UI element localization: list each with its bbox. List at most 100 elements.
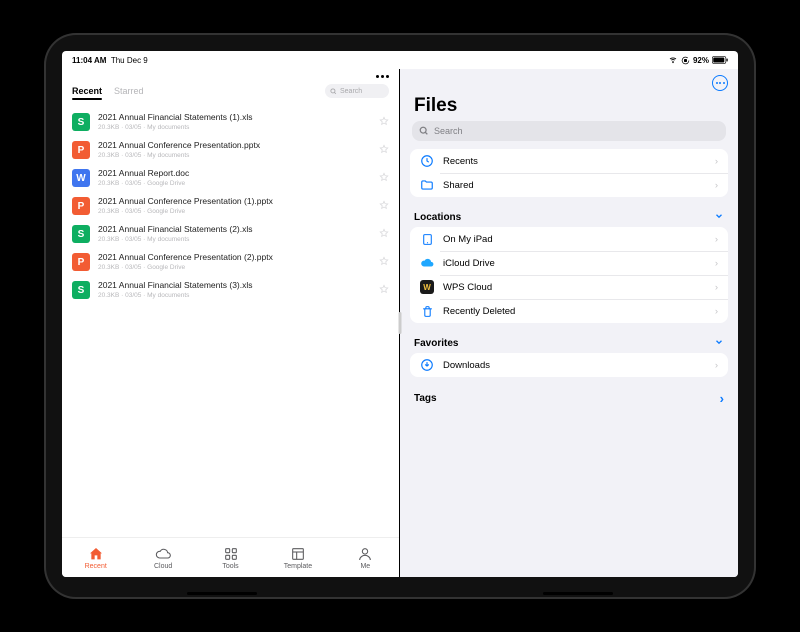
file-row[interactable]: S 2021 Annual Financial Statements (2).xl… [66, 220, 395, 248]
wps-pane: Recent Starred Search S2021 Annual Finan… [62, 69, 400, 577]
folder-shared-icon [420, 178, 434, 192]
tools-icon [223, 546, 239, 562]
wps-search-input[interactable]: Search [325, 84, 389, 98]
star-icon[interactable] [379, 197, 389, 215]
chevron-right-icon: › [715, 360, 718, 371]
tab-item-tools[interactable]: Tools [197, 538, 264, 577]
chevron-down-icon [714, 211, 724, 224]
tab-item-cloud[interactable]: Cloud [129, 538, 196, 577]
file-name: 2021 Annual Financial Statements (1).xls [98, 112, 371, 123]
battery-percent: 92% [693, 56, 709, 65]
chevron-right-icon: › [715, 180, 718, 191]
file-name: 2021 Annual Financial Statements (2).xls [98, 224, 371, 235]
star-icon[interactable] [379, 113, 389, 131]
cell-downloads[interactable]: Downloads › [410, 353, 728, 377]
tab-item-me[interactable]: Me [332, 538, 399, 577]
battery-icon [712, 56, 728, 64]
star-icon[interactable] [379, 141, 389, 159]
cell-shared[interactable]: Shared › [410, 173, 728, 197]
wps-app-icon: W [420, 280, 434, 294]
file-meta: 20.3KB · 03/05 · My documents [98, 291, 371, 300]
file-meta: 20.3KB · 03/05 · Google Drive [98, 179, 371, 188]
file-type-icon: P [72, 197, 90, 215]
file-meta: 20.3KB · 03/05 · Google Drive [98, 263, 371, 272]
file-row[interactable]: P 2021 Annual Conference Presentation (1)… [66, 192, 395, 220]
tab-item-template[interactable]: Template [264, 538, 331, 577]
rotation-lock-icon [681, 56, 690, 65]
file-info: 2021 Annual Report.doc20.3KB · 03/05 · G… [98, 168, 371, 188]
cell-recently-deleted[interactable]: Recently Deleted › [410, 299, 728, 323]
locations-header[interactable]: Locations [400, 205, 738, 227]
clock-icon [420, 154, 434, 168]
star-icon[interactable] [379, 225, 389, 243]
ipad-device-frame: 11:04 AM Thu Dec 9 92% Recent Starred [44, 33, 756, 599]
file-type-icon: S [72, 225, 90, 243]
tab-recent[interactable]: Recent [72, 86, 102, 96]
status-bar: 11:04 AM Thu Dec 9 92% [62, 51, 738, 69]
search-icon [419, 126, 429, 136]
star-icon[interactable] [379, 281, 389, 299]
status-date: Thu Dec 9 [111, 56, 148, 65]
trash-icon [420, 304, 434, 318]
file-row[interactable]: P 2021 Annual Conference Presentation (2)… [66, 248, 395, 276]
tab-item-recent[interactable]: Recent [62, 538, 129, 577]
screen: 11:04 AM Thu Dec 9 92% Recent Starred [62, 51, 738, 577]
file-type-icon: P [72, 141, 90, 159]
status-right: 92% [668, 56, 728, 65]
file-meta: 20.3KB · 03/05 · My documents [98, 151, 371, 160]
cell-wps-cloud[interactable]: W WPS Cloud › [410, 275, 728, 299]
bottom-tabbar: Recent Cloud Tools Template [62, 537, 399, 577]
files-title: Files [400, 91, 738, 121]
files-search-input[interactable]: Search [412, 121, 726, 141]
wps-tabs-row: Recent Starred Search [62, 78, 399, 102]
file-meta: 20.3KB · 03/05 · My documents [98, 123, 371, 132]
file-row[interactable]: S2021 Annual Financial Statements (3).xl… [66, 276, 395, 304]
status-left: 11:04 AM Thu Dec 9 [72, 56, 148, 65]
file-name: 2021 Annual Report.doc [98, 168, 371, 179]
chevron-right-icon: › [715, 306, 718, 317]
file-type-icon: W [72, 169, 90, 187]
tab-starred[interactable]: Starred [114, 86, 144, 96]
chevron-right-icon: › [715, 156, 718, 167]
home-icon [88, 546, 104, 562]
cell-recents[interactable]: Recents › [410, 149, 728, 173]
cell-icloud-drive[interactable]: iCloud Drive › [410, 251, 728, 275]
chevron-right-icon: › [715, 282, 718, 293]
files-search-placeholder: Search [434, 126, 463, 136]
file-name: 2021 Annual Financial Statements (3).xls [98, 280, 371, 291]
favorites-group: Downloads › [410, 353, 728, 377]
star-icon[interactable] [379, 169, 389, 187]
search-icon [330, 88, 337, 95]
file-type-icon: S [72, 113, 90, 131]
file-meta: 20.3KB · 03/05 · Google Drive [98, 207, 371, 216]
locations-group: On My iPad › iCloud Drive › W WPS Cloud … [410, 227, 728, 323]
files-header [400, 69, 738, 91]
tags-header[interactable]: Tags › [400, 385, 738, 409]
file-name: 2021 Annual Conference Presentation (1).… [98, 196, 371, 207]
files-more-button[interactable] [712, 75, 728, 91]
file-row[interactable]: P 2021 Annual Conference Presentation.ppt… [66, 136, 395, 164]
file-type-icon: P [72, 253, 90, 271]
file-info: 2021 Annual Financial Statements (3).xls… [98, 280, 371, 300]
file-info: 2021 Annual Conference Presentation.pptx… [98, 140, 371, 160]
status-time: 11:04 AM [72, 56, 106, 65]
chevron-right-icon: › [715, 234, 718, 245]
file-info: 2021 Annual Conference Presentation (1).… [98, 196, 371, 216]
wps-search-placeholder: Search [340, 88, 362, 95]
star-icon[interactable] [379, 253, 389, 271]
wifi-icon [668, 56, 678, 64]
cell-on-my-ipad[interactable]: On My iPad › [410, 227, 728, 251]
file-row[interactable]: W 2021 Annual Report.doc20.3KB · 03/05 · … [66, 164, 395, 192]
file-info: 2021 Annual Conference Presentation (2).… [98, 252, 371, 272]
wps-header [62, 69, 399, 78]
favorites-header[interactable]: Favorites [400, 331, 738, 353]
file-name: 2021 Annual Conference Presentation (2).… [98, 252, 371, 263]
files-pane: Files Search Recents › Shared › [400, 69, 738, 577]
file-row[interactable]: S 2021 Annual Financial Statements (1).xl… [66, 108, 395, 136]
me-icon [357, 546, 373, 562]
split-view: Recent Starred Search S2021 Annual Finan… [62, 69, 738, 577]
file-info: 2021 Annual Financial Statements (2).xls… [98, 224, 371, 244]
split-divider-handle[interactable] [399, 312, 402, 334]
chevron-right-icon: › [720, 391, 724, 406]
file-name: 2021 Annual Conference Presentation.pptx [98, 140, 371, 151]
